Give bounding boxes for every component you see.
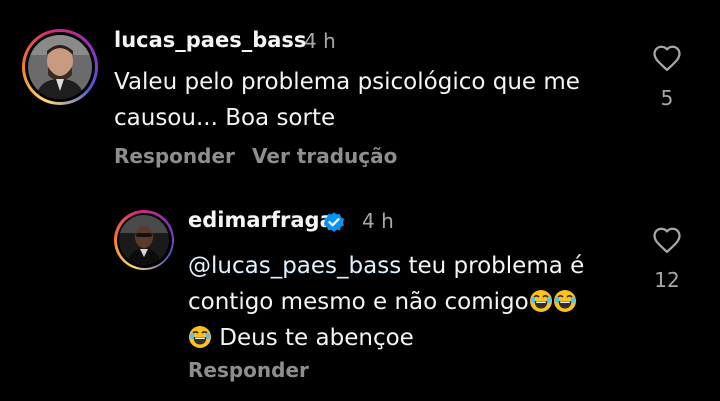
comment-timestamp: 4 h bbox=[304, 29, 336, 53]
reply-timestamp: 4 h bbox=[362, 209, 394, 233]
avatar[interactable] bbox=[22, 29, 98, 105]
comment-lucas: lucas_paes_bass 4 h Valeu pelo problema … bbox=[0, 0, 720, 180]
laughing-emoji-icon bbox=[553, 288, 577, 312]
like-control[interactable]: 5 bbox=[647, 44, 687, 110]
reply-button[interactable]: Responder bbox=[188, 358, 309, 382]
like-count: 12 bbox=[654, 268, 680, 292]
verified-badge-icon bbox=[324, 212, 344, 232]
comment-edimar: edimarfraga 4 h @lucas_paes_bass teu pro… bbox=[0, 190, 720, 401]
reply-button[interactable]: Responder bbox=[114, 144, 235, 168]
laughing-emoji-icon bbox=[188, 324, 212, 348]
heart-outline-icon[interactable] bbox=[652, 226, 682, 254]
reply-username[interactable]: edimarfraga bbox=[188, 208, 334, 232]
translate-button[interactable]: Ver tradução bbox=[252, 144, 397, 168]
reply-text: @lucas_paes_bass teu problema é contigo … bbox=[188, 253, 585, 351]
like-control[interactable]: 12 bbox=[647, 226, 687, 292]
comment-text: Valeu pelo problema psicológico que me c… bbox=[114, 69, 580, 131]
mention-link[interactable]: @lucas_paes_bass bbox=[188, 253, 401, 279]
avatar[interactable] bbox=[114, 210, 174, 270]
heart-outline-icon[interactable] bbox=[652, 44, 682, 72]
comment-username[interactable]: lucas_paes_bass bbox=[114, 28, 306, 52]
avatar-photo bbox=[28, 35, 92, 99]
like-count: 5 bbox=[660, 86, 674, 110]
laughing-emoji-icon bbox=[529, 288, 553, 312]
avatar-photo bbox=[119, 215, 169, 265]
